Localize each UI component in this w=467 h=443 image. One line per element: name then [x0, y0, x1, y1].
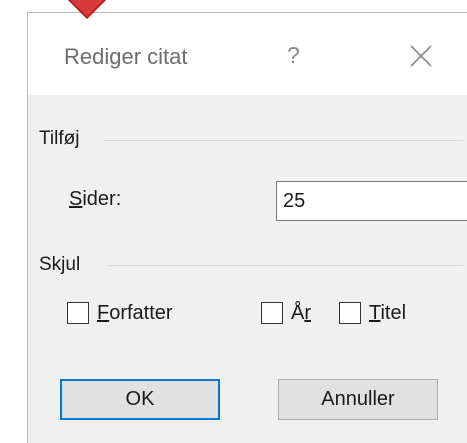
close-button[interactable] — [409, 44, 433, 68]
pages-input[interactable]: 25 — [276, 181, 467, 221]
title-checkbox[interactable] — [339, 302, 361, 324]
edit-citation-dialog: Rediger citat ? Tilføj Sider: 25 Skjul F… — [27, 12, 467, 443]
author-label-rest: orfatter — [109, 302, 173, 324]
hide-group-label: Skjul — [39, 254, 81, 275]
close-icon — [410, 45, 432, 67]
year-checkbox-label[interactable]: År — [291, 302, 311, 325]
hide-group-divider — [109, 265, 463, 266]
screenshot-stage: Rediger citat ? Tilføj Sider: 25 Skjul F… — [0, 0, 467, 443]
cancel-button[interactable]: Annuller — [278, 379, 438, 420]
year-label-prefix: Å — [291, 302, 305, 324]
year-mnemonic: r — [304, 302, 312, 324]
ok-button[interactable]: OK — [60, 379, 220, 420]
pages-label: Sider: — [69, 188, 121, 211]
year-checkbox[interactable] — [261, 302, 283, 324]
dialog-title: Rediger citat — [64, 44, 188, 69]
author-checkbox-label[interactable]: Forfatter — [97, 302, 173, 325]
dialog-titlebar: Rediger citat ? — [28, 13, 467, 95]
author-checkbox[interactable] — [67, 302, 89, 324]
author-mnemonic: F — [97, 302, 110, 324]
pages-label-rest: ider: — [82, 188, 122, 210]
title-mnemonic: T — [369, 302, 381, 324]
title-label-rest: itel — [380, 302, 407, 324]
add-group-label: Tilføj — [39, 128, 80, 149]
title-checkbox-label[interactable]: Titel — [369, 302, 406, 325]
add-group-divider — [103, 140, 463, 141]
pages-label-mnemonic: S — [69, 188, 83, 210]
help-button[interactable]: ? — [287, 42, 300, 69]
